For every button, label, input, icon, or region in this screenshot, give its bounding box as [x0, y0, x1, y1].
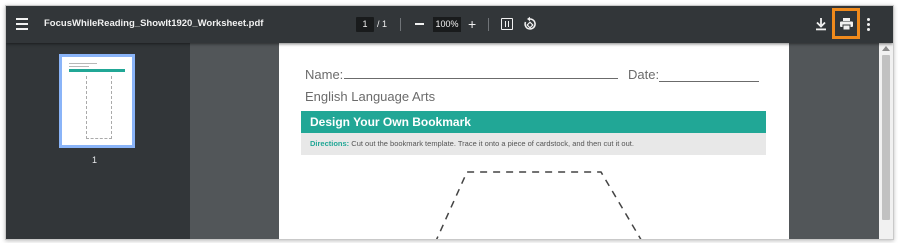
pdf-page: Name: Date: English Language Arts Design… [279, 43, 789, 239]
name-label: Name: [305, 67, 344, 82]
rotate-icon[interactable] [522, 16, 538, 32]
zoom-in-button[interactable]: + [468, 15, 476, 33]
directions-label: Directions: [310, 139, 350, 148]
thumbnail-line [69, 63, 97, 64]
print-icon[interactable] [840, 18, 853, 30]
fit-page-icon[interactable] [501, 18, 513, 30]
vertical-scrollbar[interactable] [879, 43, 893, 239]
document-title: FocusWhileReading_ShowIt1920_Worksheet.p… [44, 18, 264, 29]
thumbnail-banner [69, 69, 125, 72]
toolbar-divider [488, 18, 489, 31]
pdf-viewer-window: FocusWhileReading_ShowIt1920_Worksheet.p… [5, 5, 894, 240]
zoom-out-button[interactable] [415, 23, 424, 25]
thumbnail-line [69, 66, 89, 67]
menu-icon[interactable] [15, 16, 31, 32]
name-line [344, 67, 619, 79]
scrollbar-thumb[interactable] [882, 55, 890, 220]
pdf-toolbar: FocusWhileReading_ShowIt1920_Worksheet.p… [6, 6, 893, 43]
download-icon[interactable] [815, 17, 827, 31]
more-options-icon[interactable] [867, 18, 871, 32]
date-line [659, 81, 759, 82]
page-thumbnail[interactable] [59, 54, 135, 148]
zoom-level-input[interactable]: 100% [433, 17, 461, 32]
title-banner: Design Your Own Bookmark [301, 111, 766, 133]
bookmark-template-outline [435, 171, 642, 239]
print-button-highlight[interactable] [832, 8, 860, 39]
name-field: Name: [305, 67, 619, 82]
thumbnail-bookmark-outline [86, 76, 112, 139]
toolbar-divider [400, 18, 401, 31]
subject-heading: English Language Arts [305, 89, 436, 104]
thumbnail-sidebar: 1 [6, 43, 190, 239]
date-label: Date: [628, 67, 660, 82]
directions-text: Cut out the bookmark template. Trace it … [349, 139, 634, 148]
thumbnail-page-preview [64, 59, 130, 143]
scroll-up-arrow[interactable] [882, 46, 890, 51]
directions-box: Directions: Cut out the bookmark templat… [301, 133, 766, 155]
page-total: / 1 [377, 19, 388, 29]
current-page-input[interactable]: 1 [356, 17, 374, 32]
thumbnail-page-number: 1 [92, 155, 98, 165]
